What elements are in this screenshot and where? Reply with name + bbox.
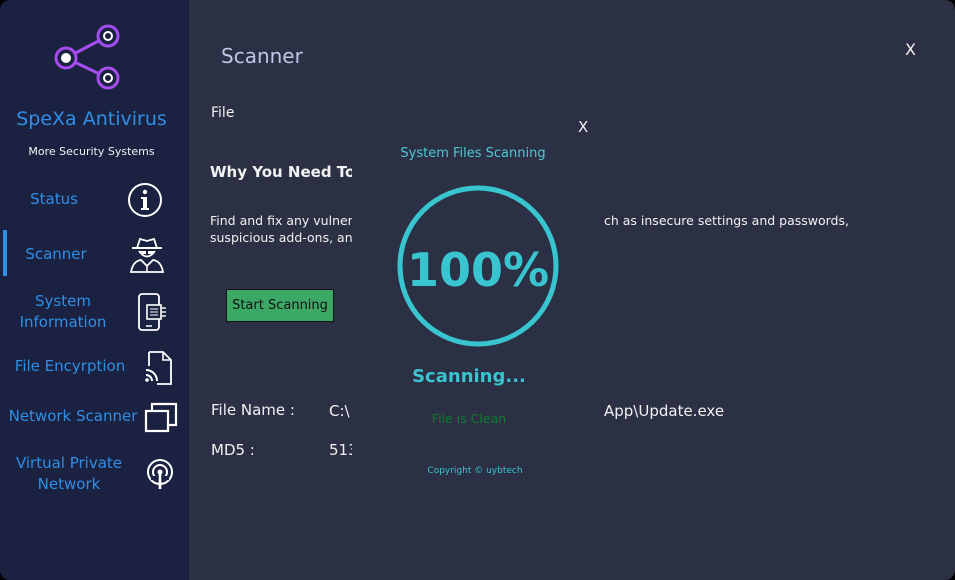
sidebar-item-network-scanner[interactable]: Network Scanner [0,398,189,436]
windows-stack-icon [144,402,178,433]
page-title: Scanner [221,44,303,68]
sidebar-item-system-information[interactable]: System Information [0,288,189,336]
sidebar-item-scanner[interactable]: Scanner [0,230,189,276]
file-name-label: File Name : [211,401,295,419]
start-scanning-button[interactable]: Start Scanning [226,289,334,322]
phone-chip-icon [138,293,166,331]
broadcast-icon [147,459,173,489]
why-heading: Why You Need To S [210,163,372,181]
app-subtitle: More Security Systems [28,145,155,158]
file-cast-icon [145,351,172,385]
sidebar-item-label: File Encyrption [14,357,126,375]
app-window: SpeXa Antivirus More Security Systems St… [0,0,955,580]
info-icon [128,183,162,217]
sidebar-item-label-line2: Information [19,313,107,331]
sidebar-item-file-encryption[interactable]: File Encyrption [0,348,189,388]
sidebar: SpeXa Antivirus More Security Systems St… [0,0,189,580]
file-name-prefix: C:\ [329,402,350,420]
sidebar-item-status[interactable]: Status [0,178,189,222]
description-left-line2: suspicious add-ons, and [210,230,361,245]
description-right-line1: ch as insecure settings and passwords, [604,213,849,228]
close-button[interactable]: X [905,40,916,59]
copyright-text: Copyright © uybtech [427,466,523,476]
sidebar-item-label: Status [30,190,78,208]
sidebar-item-vpn[interactable]: Virtual Private Network [0,452,189,498]
sidebar-item-label: Network Scanner [8,407,138,425]
scanning-status: Scanning... [412,366,526,387]
app-title: SpeXa Antivirus [16,108,167,130]
popup-close-button[interactable]: X [578,118,588,136]
description-left-line1: Find and fix any vulnerab [210,213,369,228]
file-section-label: File [211,105,235,121]
sidebar-item-label-line1: Virtual Private [15,454,123,472]
progress-percent: 100% [406,243,550,297]
logo-icon [54,24,120,90]
md5-label: MD5 : [211,441,255,459]
file-name-suffix: App\Update.exe [604,402,725,420]
scan-result: File is Clean [431,411,507,426]
sidebar-item-label-line2: Network [37,475,101,493]
popup-title: System Files Scanning [400,146,546,161]
sidebar-item-label-line1: System [35,292,91,310]
spy-icon [129,237,165,273]
sidebar-item-label: Scanner [25,245,87,263]
